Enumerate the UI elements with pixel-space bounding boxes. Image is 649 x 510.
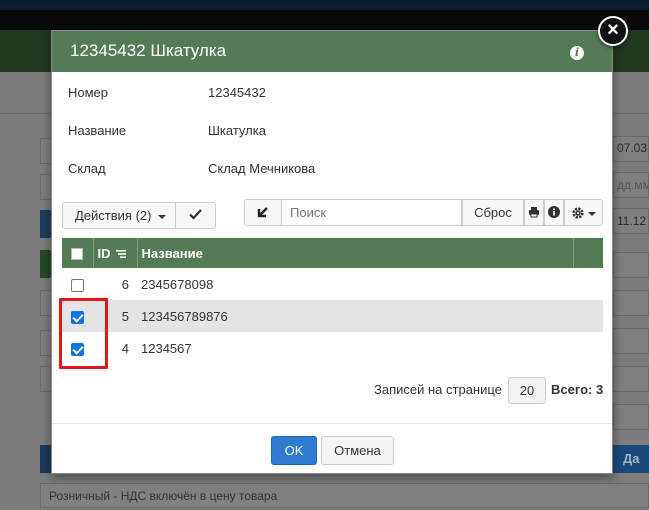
highlight-annotation-box (59, 298, 108, 369)
bg-vat-field: Розничный - НДС включён в цену товара (40, 483, 649, 508)
collapse-button[interactable] (244, 199, 282, 226)
cancel-button[interactable]: Отмена (321, 436, 394, 465)
ok-button[interactable]: OK (271, 436, 317, 465)
bg-yes-button: Да (611, 445, 649, 473)
warehouse-label: Склад (68, 161, 106, 176)
id-column-label: ID (97, 245, 111, 261)
modal-title: 12345432 Шкатулка (70, 41, 227, 60)
bg-field (613, 290, 649, 316)
search-input[interactable] (282, 199, 462, 226)
page-size-button[interactable]: 20 (508, 377, 546, 404)
close-icon[interactable]: × (598, 16, 628, 46)
print-button[interactable] (524, 199, 544, 226)
total-count: Всего: 3 (551, 382, 604, 397)
actions-label: Действия (2) (75, 208, 152, 223)
gear-icon (572, 207, 584, 219)
name-cell: 123456789876 (141, 308, 228, 324)
table-row[interactable]: 5 123456789876 (62, 300, 603, 332)
name-label: Название (68, 123, 127, 138)
bg-field (613, 404, 649, 430)
search-toolbar: Сброс (244, 199, 603, 226)
bg-field (613, 252, 649, 278)
name-cell: 2345678098 (141, 276, 214, 292)
arrow-down-left-icon (257, 207, 268, 218)
info-circle-icon (548, 206, 560, 218)
id-column-header[interactable]: ID (93, 238, 138, 268)
row-actions-cell (573, 268, 603, 300)
apply-check-button[interactable] (176, 202, 216, 229)
item-modal: 12345432 Шкатулка i Номер 12345432 Назва… (51, 30, 613, 474)
warehouse-value: Склад Мечникова (208, 161, 316, 176)
select-all-header (62, 238, 94, 268)
number-value: 12345432 (208, 85, 266, 100)
actions-column-header (573, 238, 603, 268)
modal-header: 12345432 Шкатулка i (52, 31, 612, 72)
caret-down-icon (588, 212, 597, 216)
info-button[interactable] (544, 199, 564, 226)
modal-footer: OK Отмена (52, 423, 612, 474)
print-icon (529, 207, 539, 218)
row-actions-cell (573, 332, 603, 364)
caret-down-icon (158, 214, 167, 219)
bg-date-placeholder: дд.мм (617, 178, 649, 192)
id-cell: 6 (121, 276, 129, 292)
actions-dropdown-button[interactable]: Действия (2) (62, 202, 176, 229)
bg-date-text: 11.12 (617, 214, 647, 228)
sort-icon (116, 250, 127, 259)
items-table: ID Название 6 2345678098 5 123456789876 (62, 238, 603, 364)
info-icon[interactable]: i (570, 46, 584, 60)
top-banner (0, 0, 649, 30)
row-actions-cell (573, 300, 603, 332)
name-cell: 1234567 (141, 340, 192, 356)
table-row[interactable]: 4 1234567 (62, 332, 603, 364)
row-select-cell (62, 268, 93, 300)
bg-field (613, 328, 649, 354)
name-value: Шкатулка (208, 123, 266, 138)
reset-button[interactable]: Сброс (462, 199, 524, 226)
table-row[interactable]: 6 2345678098 (62, 268, 603, 300)
select-all-checkbox[interactable] (71, 248, 84, 261)
number-label: Номер (68, 85, 109, 100)
bg-field (613, 366, 649, 392)
settings-dropdown-button[interactable] (564, 199, 603, 226)
name-column-header[interactable]: Название (137, 238, 574, 268)
bg-date-text: 07.03 (617, 141, 648, 155)
checkmark-icon (189, 209, 202, 220)
page-size-label: Записей на странице (374, 382, 502, 397)
table-header-row: ID Название (62, 238, 603, 268)
row-checkbox[interactable] (71, 278, 84, 292)
